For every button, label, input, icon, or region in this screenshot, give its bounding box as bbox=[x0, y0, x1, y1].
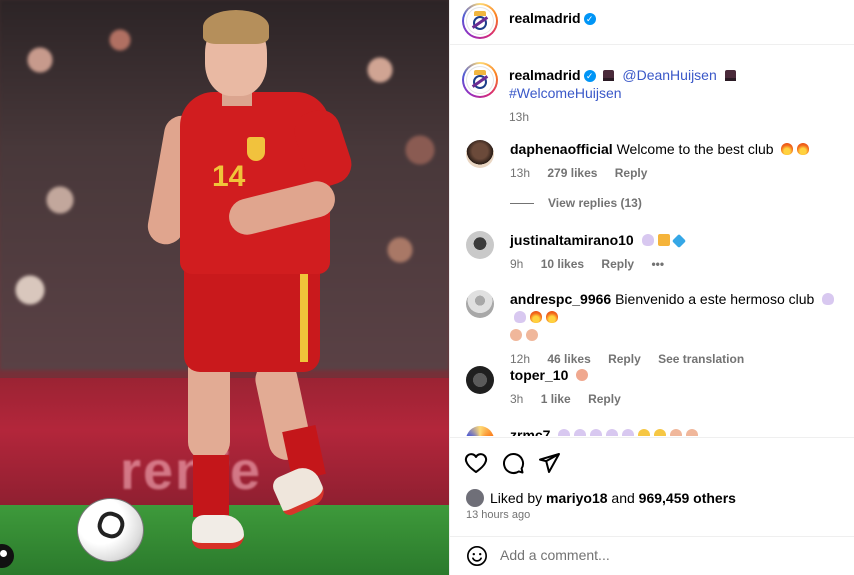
white-heart-emoji-icon bbox=[822, 293, 835, 305]
default-avatar-icon[interactable] bbox=[466, 290, 494, 318]
clapping-hands-emoji-icon bbox=[670, 429, 683, 436]
verified-badge-icon: ✓ bbox=[583, 13, 596, 25]
comment-time: 13h bbox=[510, 166, 531, 180]
view-replies-button[interactable]: View replies (13) bbox=[510, 196, 642, 210]
liked-by-and: and bbox=[611, 490, 635, 506]
comment-time: 9h bbox=[510, 257, 524, 271]
shirt-crest bbox=[247, 137, 265, 161]
comment-username[interactable]: zrmc7 bbox=[510, 427, 550, 436]
clapping-hands-emoji-icon bbox=[510, 329, 522, 341]
real-madrid-crest-icon bbox=[466, 66, 494, 94]
white-heart-emoji-icon bbox=[606, 429, 619, 436]
caption-time: 13h bbox=[509, 110, 530, 124]
emoji-picker-icon[interactable] bbox=[466, 545, 488, 567]
comment-bubble-icon[interactable] bbox=[501, 451, 525, 475]
comment-likes[interactable]: 1 like bbox=[541, 392, 571, 406]
clapping-hands-emoji-icon bbox=[686, 429, 699, 436]
commenter-avatar[interactable] bbox=[466, 426, 494, 436]
post-actions: Liked by mariyo18 and 969,459 others 13 … bbox=[450, 437, 854, 535]
flexed-biceps-emoji-icon bbox=[576, 369, 589, 381]
white-heart-emoji-icon bbox=[514, 311, 526, 323]
caption-author-avatar[interactable] bbox=[462, 62, 498, 98]
comment-likes[interactable]: 279 likes bbox=[547, 166, 597, 180]
player-sock bbox=[193, 455, 229, 517]
gem-emoji-icon bbox=[671, 233, 686, 249]
jersey-number: 14 bbox=[212, 160, 246, 193]
reply-button[interactable]: Reply bbox=[588, 392, 621, 406]
commenter-avatar[interactable] bbox=[466, 140, 494, 168]
post-caption: realmadrid ✓ @DeanHuijsen #WelcomeHuijsen… bbox=[509, 66, 839, 126]
post-header: realmadrid ✓ bbox=[450, 0, 854, 45]
post-side-panel: realmadrid ✓ realmadrid ✓ @DeanHuijsen #We… bbox=[449, 0, 854, 575]
comment-likes[interactable]: 46 likes bbox=[547, 352, 590, 366]
liked-by-user[interactable]: mariyo18 bbox=[546, 490, 607, 506]
white-heart-emoji-icon bbox=[590, 429, 603, 436]
add-comment-bar bbox=[450, 536, 854, 575]
crying-face-emoji-icon bbox=[638, 429, 651, 436]
white-heart-emoji-icon bbox=[574, 429, 587, 436]
caption-hashtag[interactable]: #WelcomeHuijsen bbox=[509, 85, 622, 101]
top-hat-emoji-icon bbox=[603, 70, 615, 81]
real-madrid-crest-icon bbox=[466, 7, 494, 35]
white-heart-emoji-icon bbox=[622, 429, 635, 436]
commenter-avatar[interactable] bbox=[466, 366, 494, 394]
shorts-stripe bbox=[300, 262, 308, 362]
comment-text: Bienvenido a este hermoso club bbox=[615, 291, 815, 307]
liker-avatar[interactable] bbox=[466, 489, 484, 507]
reply-button[interactable]: Reply bbox=[601, 257, 634, 271]
see-translation-button[interactable]: See translation bbox=[658, 352, 744, 366]
comment-username[interactable]: toper_10 bbox=[510, 367, 568, 383]
verified-badge-icon: ✓ bbox=[583, 70, 596, 82]
comment-text: Welcome to the best club bbox=[616, 141, 774, 157]
like-heart-icon[interactable] bbox=[464, 451, 488, 475]
crying-face-emoji-icon bbox=[654, 429, 667, 436]
more-options-icon[interactable]: ••• bbox=[651, 257, 664, 271]
comment-time: 12h bbox=[510, 352, 531, 366]
post-timestamp[interactable]: 13 hours ago bbox=[466, 509, 530, 521]
comment-username[interactable]: daphenaofficial bbox=[510, 141, 613, 157]
caption-mention[interactable]: @DeanHuijsen bbox=[622, 67, 716, 83]
replies-divider bbox=[510, 203, 534, 204]
white-heart-emoji-icon bbox=[641, 234, 654, 246]
player-boot bbox=[192, 515, 244, 549]
share-send-icon[interactable] bbox=[537, 451, 561, 475]
fire-emoji-icon bbox=[797, 143, 810, 155]
comment-likes[interactable]: 10 likes bbox=[541, 257, 584, 271]
comments-scroll-area[interactable]: realmadrid ✓ @DeanHuijsen #WelcomeHuijsen… bbox=[450, 46, 854, 436]
post-photo[interactable]: renfe 14 bbox=[0, 0, 449, 575]
crown-emoji-icon bbox=[657, 234, 670, 246]
comment-username[interactable]: andrespc_9966 bbox=[510, 291, 611, 307]
author-avatar[interactable] bbox=[462, 3, 498, 39]
fire-emoji-icon bbox=[546, 311, 558, 323]
fire-emoji-icon bbox=[530, 311, 542, 323]
liked-by-label: Liked by bbox=[490, 490, 543, 506]
liked-by-others[interactable]: 969,459 others bbox=[639, 490, 736, 506]
likes-summary: Liked by mariyo18 and 969,459 others bbox=[466, 489, 736, 507]
comment-username[interactable]: justinaltamirano10 bbox=[510, 232, 634, 248]
commenter-avatar[interactable] bbox=[466, 231, 494, 259]
author-username[interactable]: realmadrid bbox=[509, 10, 581, 26]
player-hair bbox=[203, 10, 269, 44]
comment-input[interactable] bbox=[500, 547, 800, 563]
white-heart-emoji-icon bbox=[558, 429, 571, 436]
comment-time: 3h bbox=[510, 392, 524, 406]
view-replies-label: View replies (13) bbox=[548, 196, 642, 210]
clapping-hands-emoji-icon bbox=[526, 329, 538, 341]
fire-emoji-icon bbox=[781, 143, 794, 155]
reply-button[interactable]: Reply bbox=[615, 166, 648, 180]
reply-button[interactable]: Reply bbox=[608, 352, 641, 366]
top-hat-emoji-icon bbox=[724, 70, 736, 81]
caption-username[interactable]: realmadrid bbox=[509, 67, 581, 83]
